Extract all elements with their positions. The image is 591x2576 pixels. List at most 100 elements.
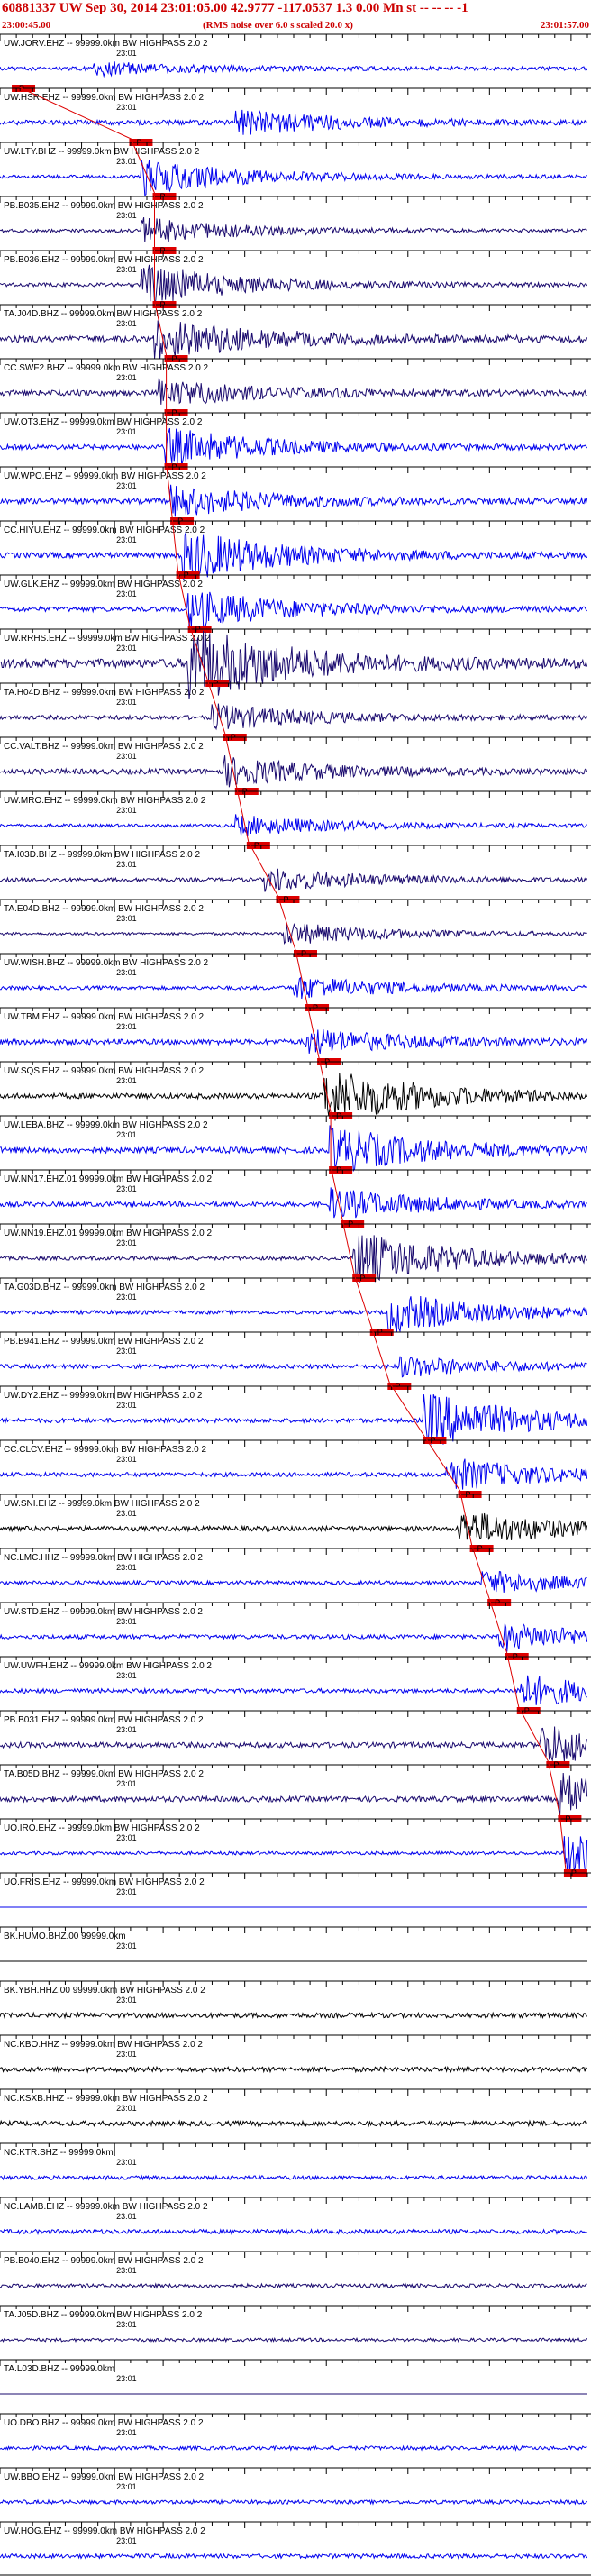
waveform (0, 2228, 587, 2236)
waveform (0, 217, 587, 242)
trace-label: NC.LMC.HHZ -- 99999.0km BW HIGHPASS 2.0 … (4, 1553, 203, 1563)
waveform (0, 320, 588, 360)
trace-label: TA.J04D.BHZ -- 99999.0km BW HIGHPASS 2.0… (4, 309, 203, 319)
minute-label: 23:01 (116, 2266, 137, 2275)
waveform (0, 1356, 587, 1378)
trace-label: TA.E04D.BHZ -- 99999.0km BW HIGHPASS 2.0… (4, 904, 204, 914)
minute-label: 23:01 (116, 752, 137, 761)
trace-label: PB.B035.EHZ -- 99999.0km BW HIGHPASS 2.0… (4, 201, 204, 211)
trace-label: UO.FRIS.EHZ -- 99999.0km BW HIGHPASS 2.0… (4, 1877, 205, 1887)
waveform (0, 1772, 588, 1815)
waveform (0, 2552, 588, 2560)
minute-label: 23:01 (116, 806, 137, 815)
trace-label: BK.HUMO.BHZ.00 99999.0km (4, 1932, 126, 1941)
minute-label: 23:01 (116, 589, 137, 598)
minute-label: 23:01 (116, 1401, 137, 1410)
trace-label: PB.B031.EHZ -- 99999.0km BW HIGHPASS 2.0… (4, 1715, 204, 1725)
minute-label: 23:01 (116, 103, 137, 112)
waveform (0, 1295, 588, 1335)
trace-label: UW.LEBA.BHZ -- 99999.0km BW HIGHPASS 2.0… (4, 1120, 208, 1130)
minute-label: 23:01 (116, 2482, 137, 2491)
trace-label: NC.KBO.HHZ -- 99999.0km BW HIGHPASS 2.0 … (4, 2040, 203, 2050)
waveform (0, 591, 587, 628)
moveout-line (13, 84, 567, 1870)
waveform (0, 868, 588, 892)
waveform (0, 2336, 588, 2343)
waveform (0, 1836, 588, 1877)
trace-label: TA.I03D.BHZ -- 99999.0km BW HIGHPASS 2.0… (4, 850, 200, 860)
minute-label: 23:01 (116, 1076, 137, 1085)
trace-label: UW.HOG.EHZ -- 99999.0km BW HIGHPASS 2.0 … (4, 2526, 205, 2536)
waveform (0, 1028, 588, 1055)
waveform (0, 2011, 588, 2020)
minute-label: 23:01 (116, 2158, 137, 2167)
trace-label: CC.HIYU.EHZ -- 99999.0km BW HIGHPASS 2.0… (4, 525, 205, 535)
minute-label: 23:01 (116, 1725, 137, 1734)
minute-label: 23:01 (116, 1130, 137, 1139)
trace-label: UW.NN17.EHZ.01 99999.0km BW HIGHPASS 2.0… (4, 1174, 212, 1184)
minute-label: 23:01 (116, 1455, 137, 1464)
trace-label: PB.B040.EHZ -- 99999.0km BW HIGHPASS 2.0… (4, 2256, 204, 2266)
waveform (0, 922, 587, 945)
minute-label: 23:01 (116, 2050, 137, 2059)
minute-label: 23:01 (116, 265, 137, 274)
trace-label: TA.H04D.BHZ -- 99999.0km BW HIGHPASS 2.0… (4, 688, 205, 698)
minute-label: 23:01 (116, 1563, 137, 1572)
minute-label: 23:01 (116, 211, 137, 220)
waveform (0, 755, 588, 788)
trace-label: UW.BBO.EHZ -- 99999.0km BW HIGHPASS 2.0 … (4, 2472, 205, 2482)
trace-label: UW.STD.EHZ -- 99999.0km BW HIGHPASS 2.0 … (4, 1607, 203, 1617)
minute-label: 23:01 (116, 1509, 137, 1518)
minute-label: 23:01 (116, 535, 137, 544)
waveform (0, 1073, 588, 1121)
minute-label: 23:01 (116, 1617, 137, 1626)
trace-label: UW.GLK.EHZ -- 99999.0km BW HIGHPASS 2.0 … (4, 580, 203, 589)
trace-label: UW.TBM.EHZ -- 99999.0km BW HIGHPASS 2.0 … (4, 1012, 205, 1022)
waveform (0, 976, 587, 1000)
waveform (0, 427, 588, 466)
waveform (0, 1394, 588, 1445)
minute-label: 23:01 (116, 1293, 137, 1302)
minute-label: 23:01 (116, 1238, 137, 1247)
waveform (0, 2119, 587, 2128)
minute-label: 23:01 (116, 319, 137, 328)
minute-label: 23:01 (116, 1022, 137, 1031)
minute-label: 23:01 (116, 1833, 137, 1842)
minute-label: 23:01 (116, 968, 137, 977)
trace-label: TA.L03D.BHZ -- 99999.0km (4, 2364, 114, 2374)
trace-label: NC.KSXB.HHZ -- 99999.0km BW HIGHPASS 2.0… (4, 2094, 208, 2104)
waveform (0, 1235, 588, 1283)
minute-label: 23:01 (116, 373, 137, 382)
waveform (0, 1458, 588, 1490)
trace-label: PB.B941.EHZ -- 99999.0km BW HIGHPASS 2.0… (4, 1337, 204, 1347)
trace-label: UW.RRHS.EHZ -- 99999.0km BW HIGHPASS 2.0… (4, 634, 211, 644)
trace-label: UW.MRO.EHZ -- 99999.0km BW HIGHPASS 2.0 … (4, 796, 206, 806)
waveform (0, 160, 587, 196)
trace-label: UW.WISH.BHZ -- 99999.0km BW HIGHPASS 2.0… (4, 958, 209, 968)
trace-label: UW.LTY.BHZ -- 99999.0km BW HIGHPASS 2.0 … (4, 147, 200, 157)
minute-label: 23:01 (116, 1184, 137, 1193)
waveform (0, 264, 588, 304)
waveform (0, 703, 588, 731)
minute-label: 23:01 (116, 2104, 137, 2113)
waveform (0, 1187, 587, 1219)
waveform (0, 61, 588, 78)
waveform (0, 1570, 587, 1593)
trace-label: UW.DY2.EHZ -- 99999.0km BW HIGHPASS 2.0 … (4, 1391, 203, 1401)
waveform (0, 2174, 588, 2181)
waveform (0, 109, 587, 135)
minute-label: 23:01 (116, 2428, 137, 2437)
trace-label: UW.WPO.EHZ -- 99999.0km BW HIGHPASS 2.0 … (4, 471, 206, 481)
minute-label: 23:01 (116, 644, 137, 653)
trace-label: UW.SNI.EHZ -- 99999.0km BW HIGHPASS 2.0 … (4, 1499, 200, 1509)
waveform (0, 1675, 587, 1705)
trace-label: UW.UWFH.EHZ -- 99999.0km BW HIGHPASS 2.0… (4, 1661, 212, 1671)
trace-label: NC.LAMB.EHZ -- 99999.0km BW HIGHPASS 2.0… (4, 2202, 208, 2212)
trace-label: CC.SWF2.BHZ -- 99999.0km BW HIGHPASS 2.0… (4, 363, 209, 373)
waveform (0, 1125, 588, 1173)
trace-label: CC.VALT.BHZ -- 99999.0km BW HIGHPASS 2.0… (4, 742, 204, 752)
waveform (0, 1726, 588, 1762)
waveform (0, 1512, 588, 1541)
waveform (0, 2282, 587, 2289)
trace-label: TA.J05D.BHZ -- 99999.0km BW HIGHPASS 2.0… (4, 2310, 203, 2320)
